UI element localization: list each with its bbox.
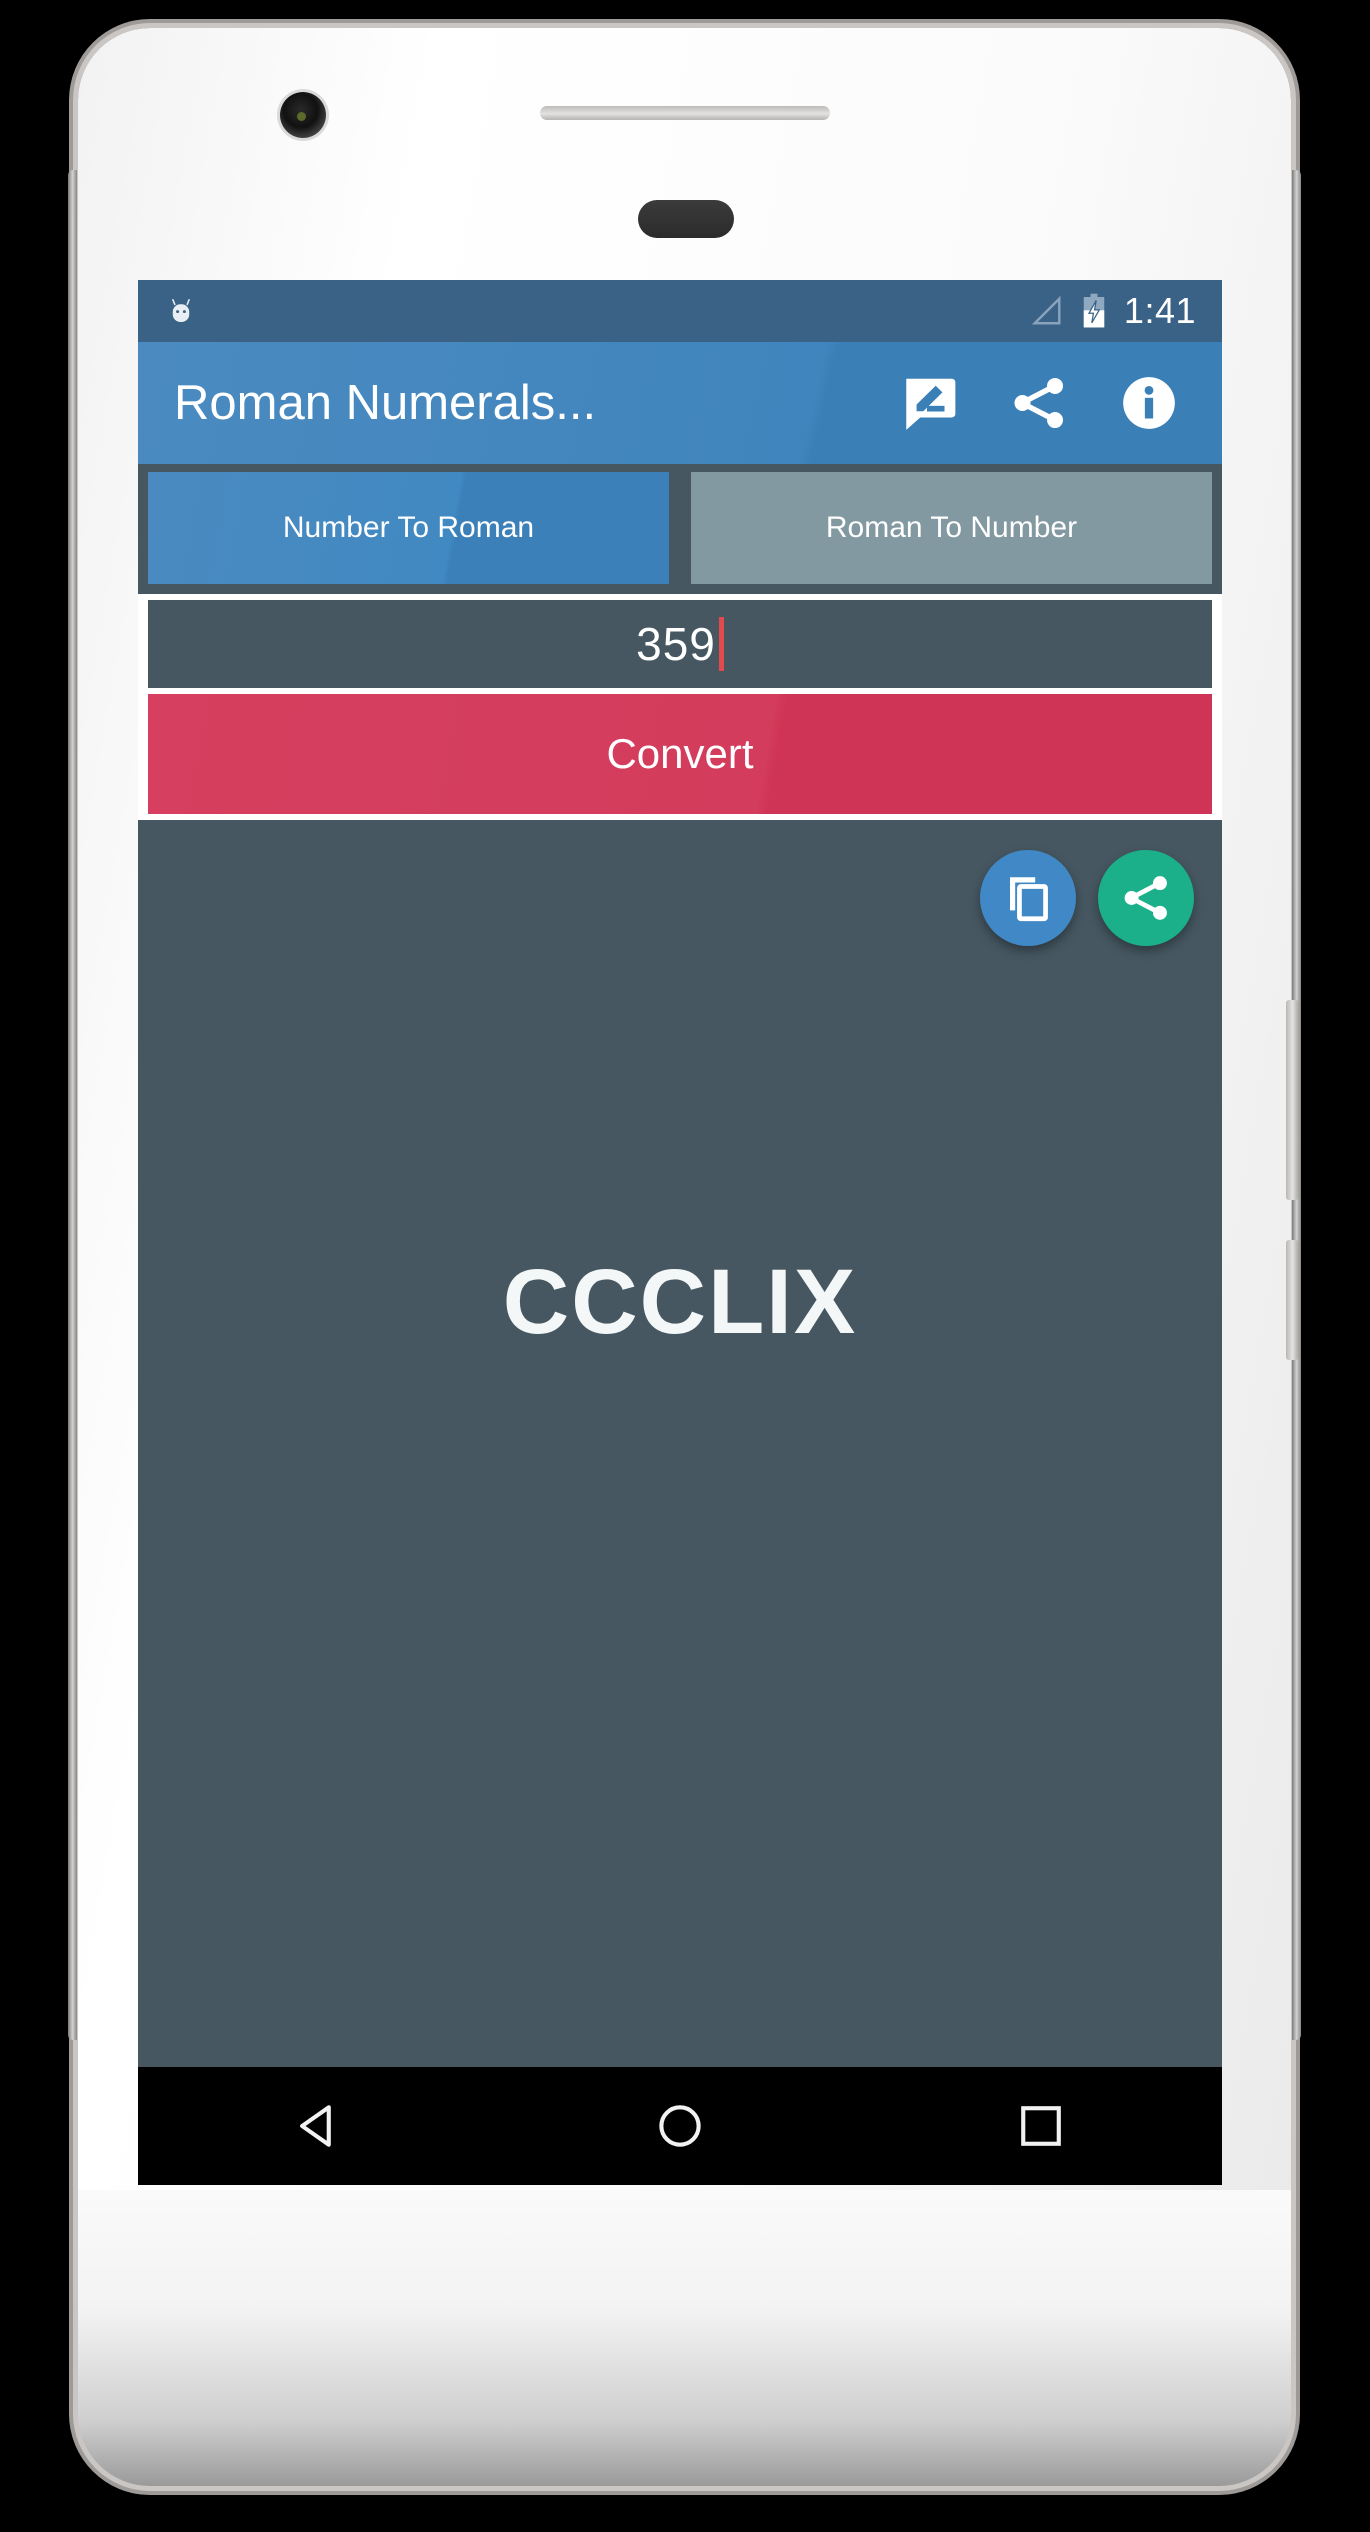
input-container: 359 (138, 594, 1222, 694)
number-input-value: 359 (636, 618, 716, 670)
result-panel: CCCLIX (138, 820, 1222, 1883)
android-notification-icon (172, 299, 190, 323)
front-camera-icon (280, 92, 326, 138)
back-triangle-icon (299, 2105, 331, 2147)
share-icon[interactable] (1008, 372, 1070, 434)
result-value: CCCLIX (502, 1251, 858, 1353)
signal-triangle-icon (1031, 296, 1061, 325)
page-title: Roman Numerals... (174, 376, 597, 430)
convert-button-label: Convert (606, 730, 754, 777)
volume-button[interactable] (1286, 1000, 1299, 1200)
phone-edge-left (68, 170, 77, 2040)
tab-number-to-roman[interactable]: Number To Roman (148, 472, 669, 584)
tab-number-to-roman-label: Number To Roman (282, 511, 535, 544)
text-caret (718, 617, 724, 671)
battery-charging-icon (1083, 293, 1105, 328)
android-nav-bar (138, 2067, 1222, 2185)
power-button[interactable] (1286, 1240, 1299, 1360)
copy-icon (1010, 877, 1048, 922)
share-fab[interactable] (1098, 850, 1194, 946)
status-bar-right: 1:41 (1030, 293, 1196, 329)
result-actions (980, 850, 1194, 946)
phone-screen: 1:41 Roman Numerals... Number To Roman R… (138, 280, 1222, 2185)
status-bar-clock: 1:41 (1123, 290, 1196, 331)
tab-roman-to-number-label: Roman To Number (825, 511, 1078, 544)
recents-square-icon (1021, 2106, 1062, 2146)
tab-strip: Number To Roman Roman To Number (138, 464, 1222, 594)
convert-button[interactable]: Convert (148, 694, 1212, 814)
status-bar-left (164, 294, 1030, 328)
earpiece-speaker (540, 106, 830, 120)
tab-roman-to-number[interactable]: Roman To Number (691, 472, 1212, 584)
back-button[interactable] (259, 2067, 379, 2185)
feedback-icon[interactable] (898, 372, 960, 434)
number-input[interactable]: 359 (148, 600, 1212, 688)
proximity-sensor (638, 200, 734, 238)
home-button[interactable] (620, 2067, 740, 2185)
share-icon (1124, 876, 1167, 920)
status-bar: 1:41 (138, 280, 1222, 342)
convert-container: Convert (138, 694, 1222, 820)
info-icon[interactable] (1118, 372, 1180, 434)
home-circle-icon (659, 2105, 701, 2147)
app-bar: Roman Numerals... (138, 342, 1222, 464)
recents-button[interactable] (981, 2067, 1101, 2185)
app-bar-actions (898, 372, 1198, 434)
copy-fab[interactable] (980, 850, 1076, 946)
